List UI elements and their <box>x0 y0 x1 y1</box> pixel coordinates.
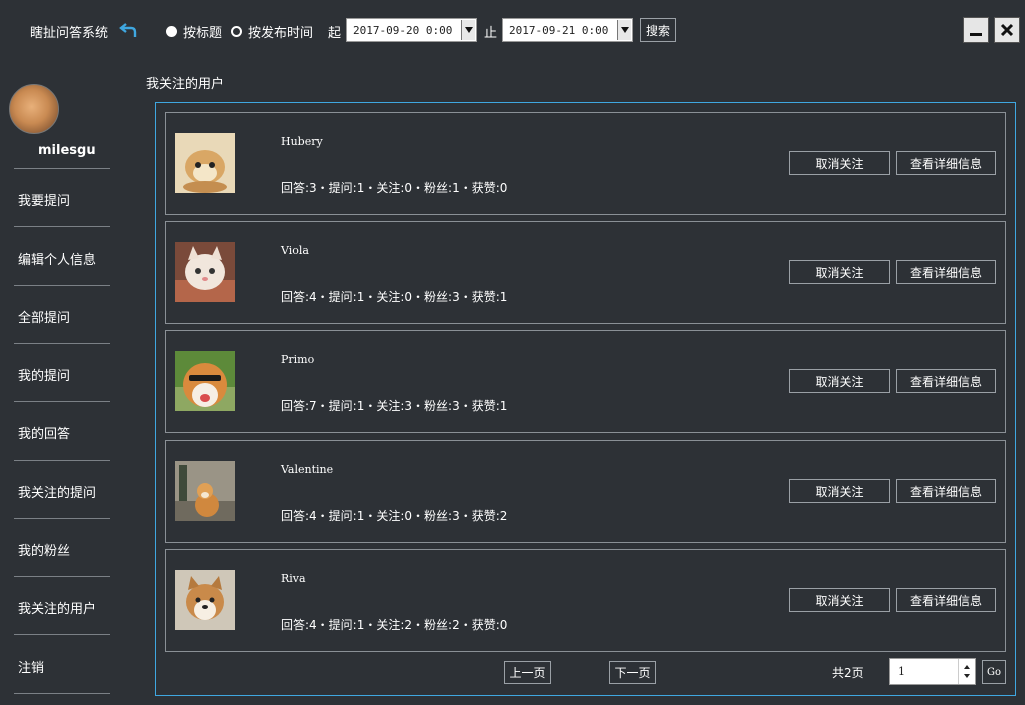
from-label: 起 <box>328 26 342 41</box>
next-page-button[interactable]: 下一页 <box>609 661 656 684</box>
sidebar-item-ask[interactable]: 我要提问 <box>18 190 70 209</box>
minimize-icon <box>970 33 982 36</box>
nav-divider <box>14 460 110 461</box>
total-pages: 共2页 <box>832 666 864 680</box>
radio-by-time[interactable]: 按发布时间 <box>231 22 313 41</box>
nav-divider <box>14 576 110 577</box>
radio-by-title-label: 按标题 <box>183 26 223 41</box>
to-date-value: 2017-09-21 0:00 <box>509 23 609 37</box>
user-card: Primo 回答:7・提问:1・关注:3・粉丝:3・获赞:1 取消关注 查看详细… <box>165 330 1006 433</box>
unfollow-button[interactable]: 取消关注 <box>789 151 890 175</box>
to-label: 止 <box>484 26 498 41</box>
close-icon <box>1000 23 1014 37</box>
view-details-button[interactable]: 查看详细信息 <box>896 479 996 503</box>
user-card: Valentine 回答:4・提问:1・关注:0・粉丝:3・获赞:2 取消关注 … <box>165 440 1006 543</box>
section-title: 我关注的用户 <box>146 77 225 92</box>
sidebar-item-my-answers[interactable]: 我的回答 <box>18 423 70 442</box>
top-bar: 瞎扯问答系统 按标题 按发布时间 起 2017-09-20 0:00 止 201… <box>0 0 1025 62</box>
user-name: Primo <box>281 353 315 366</box>
sidebar-item-my-fans[interactable]: 我的粉丝 <box>18 540 70 559</box>
unfollow-button[interactable]: 取消关注 <box>789 588 890 612</box>
unfollow-button[interactable]: 取消关注 <box>789 260 890 284</box>
spinner-icon[interactable] <box>958 659 975 684</box>
view-details-button[interactable]: 查看详细信息 <box>896 151 996 175</box>
from-date-value: 2017-09-20 0:00 <box>353 23 453 37</box>
nav-divider <box>14 168 110 169</box>
nav-divider <box>14 693 110 694</box>
view-details-button[interactable]: 查看详细信息 <box>896 260 996 284</box>
to-date-picker[interactable]: 2017-09-21 0:00 <box>502 18 633 42</box>
nav-divider <box>14 343 110 344</box>
nav-divider <box>14 226 110 227</box>
radio-checked-icon <box>166 26 177 37</box>
user-card: Riva 回答:4・提问:1・关注:2・粉丝:2・获赞:0 取消关注 查看详细信… <box>165 549 1006 652</box>
username: milesgu <box>38 143 96 158</box>
avatar[interactable] <box>9 84 59 134</box>
user-avatar-dog-icon <box>175 461 235 521</box>
sidebar-item-logout[interactable]: 注销 <box>18 657 44 676</box>
radio-by-time-label: 按发布时间 <box>248 26 314 41</box>
chevron-down-icon[interactable] <box>617 20 631 40</box>
view-details-button[interactable]: 查看详细信息 <box>896 369 996 393</box>
search-button[interactable]: 搜索 <box>640 18 676 42</box>
user-avatar-cat-icon <box>175 242 235 302</box>
go-button[interactable]: Go <box>982 660 1006 684</box>
user-stats: 回答:4・提问:1・关注:0・粉丝:3・获赞:1 <box>281 290 508 304</box>
page-number-value: 1 <box>898 665 905 678</box>
user-avatar-dog-icon <box>175 570 235 630</box>
sidebar-item-edit-profile[interactable]: 编辑个人信息 <box>18 249 96 268</box>
minimize-button[interactable] <box>963 17 989 43</box>
radio-unchecked-icon <box>231 26 242 37</box>
sidebar-item-my-questions[interactable]: 我的提问 <box>18 365 70 384</box>
from-date-picker[interactable]: 2017-09-20 0:00 <box>346 18 477 42</box>
user-stats: 回答:4・提问:1・关注:0・粉丝:3・获赞:2 <box>281 509 508 523</box>
user-stats: 回答:7・提问:1・关注:3・粉丝:3・获赞:1 <box>281 399 508 413</box>
nav-divider <box>14 634 110 635</box>
chevron-down-icon[interactable] <box>461 20 475 40</box>
user-stats: 回答:3・提问:1・关注:0・粉丝:1・获赞:0 <box>281 181 508 195</box>
user-name: Viola <box>281 244 309 257</box>
page-number-input[interactable]: 1 <box>889 658 976 685</box>
unfollow-button[interactable]: 取消关注 <box>789 369 890 393</box>
sidebar-item-followed-questions[interactable]: 我关注的提问 <box>18 482 96 501</box>
sidebar-item-followed-users[interactable]: 我关注的用户 <box>18 598 96 617</box>
view-details-button[interactable]: 查看详细信息 <box>896 588 996 612</box>
app-title: 瞎扯问答系统 <box>30 26 109 41</box>
sidebar-item-all-questions[interactable]: 全部提问 <box>18 307 70 326</box>
nav-divider <box>14 401 110 402</box>
prev-page-button[interactable]: 上一页 <box>504 661 551 684</box>
user-stats: 回答:4・提问:1・关注:2・粉丝:2・获赞:0 <box>281 618 508 632</box>
user-name: Valentine <box>281 463 334 476</box>
nav-divider <box>14 285 110 286</box>
nav-divider <box>14 518 110 519</box>
unfollow-button[interactable]: 取消关注 <box>789 479 890 503</box>
back-arrow-icon[interactable] <box>119 20 139 40</box>
radio-by-title[interactable]: 按标题 <box>166 22 222 41</box>
user-avatar-cat-icon <box>175 133 235 193</box>
user-card: Viola 回答:4・提问:1・关注:0・粉丝:3・获赞:1 取消关注 查看详细… <box>165 221 1006 324</box>
user-avatar-dog-icon <box>175 351 235 411</box>
close-button[interactable] <box>994 17 1020 43</box>
user-name: Riva <box>281 572 306 585</box>
user-card: Hubery 回答:3・提问:1・关注:0・粉丝:1・获赞:0 取消关注 查看详… <box>165 112 1006 215</box>
user-name: Hubery <box>281 135 323 148</box>
